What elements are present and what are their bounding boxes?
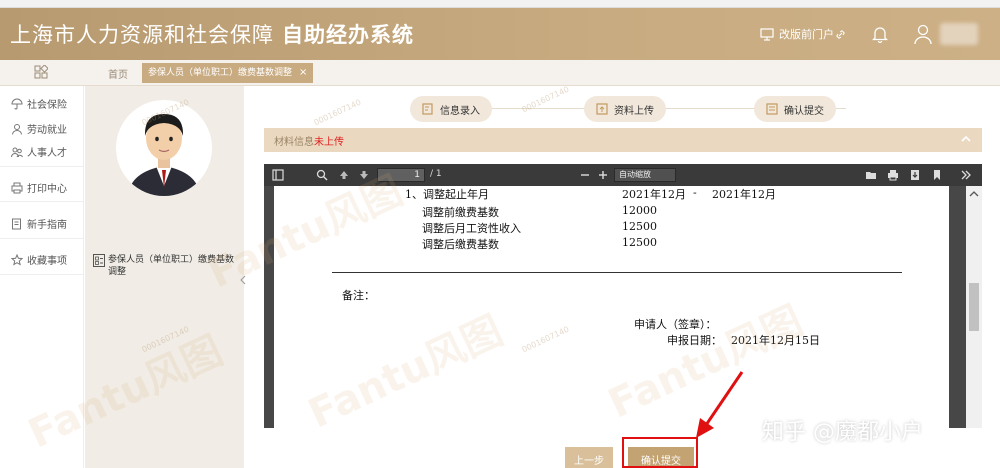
sidebar-item-social-insurance[interactable]: 社会保险 <box>11 96 67 111</box>
sidebar-item-label: 社会保险 <box>27 100 67 111</box>
browser-toolbar <box>0 0 1000 8</box>
form-icon <box>93 254 105 267</box>
next-page-icon[interactable] <box>358 169 370 181</box>
main-content: 信息录入 资料上传 确认提交 材料信息 未上传 1 / 1 自动缩放 1、调整起… <box>246 86 1000 468</box>
app-title: 上海市人力资源和社会保障 自助经办系统 <box>10 19 414 49</box>
old-portal-link[interactable]: 改版前门户 <box>760 26 850 42</box>
tab-close-button[interactable]: × <box>299 63 307 83</box>
sidebar-item-label: 打印中心 <box>27 184 67 195</box>
red-arrow-annotation-icon <box>696 371 744 438</box>
step-label: 信息录入 <box>440 105 480 117</box>
doc-line: 调整后月工资性收入 <box>422 222 521 235</box>
tab-label: 参保人员（单位职工）缴费基数调整 <box>148 68 293 78</box>
process-label: 参保人员（单位职工）缴费基数调整 <box>108 255 235 277</box>
sidebar-item-label: 人事人才 <box>27 148 67 159</box>
worker-icon <box>12 123 22 135</box>
step-confirm-submit: 确认提交 <box>754 96 836 122</box>
pdf-viewer: 1 / 1 自动缩放 1、调整起止年月 2021年12月 - 2021年12月 … <box>264 164 982 428</box>
tab-contribution-adjust[interactable]: 参保人员（单位职工）缴费基数调整 × <box>142 63 314 83</box>
sidebar-item-label: 收藏事项 <box>27 256 67 267</box>
app-header: 上海市人力资源和社会保障 自助经办系统 改版前门户 <box>0 8 1000 60</box>
sidebar-item-guide[interactable]: 新手指南 <box>11 216 67 231</box>
doc-line: 调整前缴费基数 <box>422 206 499 219</box>
page-count: / 1 <box>430 169 442 179</box>
sidebar-divider <box>0 201 84 202</box>
step-label: 资料上传 <box>614 105 654 117</box>
submit-doc-icon <box>766 103 778 115</box>
step-label: 确认提交 <box>784 105 824 117</box>
user-icon[interactable] <box>912 23 934 45</box>
doc-line: 1、调整起止年月 <box>405 188 489 201</box>
doc-line: - <box>693 186 697 199</box>
user-panel: 参保人员（单位职工）缴费基数调整 <box>85 86 244 468</box>
doc-line: 申请人（签章）： <box>634 318 717 331</box>
app-title-main: 上海市人力资源和社会保障 <box>10 23 274 47</box>
zoom-in-icon[interactable] <box>598 169 608 181</box>
link-icon <box>836 29 845 39</box>
doc-line: 12000 <box>622 204 657 217</box>
previous-step-button[interactable]: 上一步 <box>565 447 613 468</box>
download-icon[interactable] <box>909 169 921 181</box>
edit-doc-icon <box>422 103 433 115</box>
grid-menu-icon[interactable] <box>34 65 48 79</box>
doc-line: 调整后缴费基数 <box>422 238 499 251</box>
scroll-up-icon[interactable] <box>969 190 979 198</box>
source-credit: 知乎 @魔都小户 <box>762 420 923 445</box>
bookmark-icon[interactable] <box>932 169 942 181</box>
doc-line: 12500 <box>622 220 657 233</box>
zoom-select[interactable]: 自动缩放 <box>614 168 676 182</box>
sidebar-item-employment[interactable]: 劳动就业 <box>11 121 67 136</box>
doc-line: 申报日期： <box>667 334 722 347</box>
user-name-blurred[interactable] <box>940 23 978 45</box>
umbrella-icon <box>11 98 23 109</box>
tab-home[interactable]: 首页 <box>108 66 128 81</box>
monitor-icon <box>760 27 774 41</box>
doc-line: 2021年12月 <box>622 188 686 201</box>
search-icon[interactable] <box>316 169 328 181</box>
material-info-label: 材料信息 <box>274 136 314 148</box>
process-item[interactable]: 参保人员（单位职工）缴费基数调整 <box>93 254 238 278</box>
step-info-entry: 信息录入 <box>410 96 492 122</box>
old-portal-label: 改版前门户 <box>779 28 834 41</box>
scroll-thumb[interactable] <box>969 283 979 331</box>
printer-icon <box>11 182 23 193</box>
page-number-input[interactable]: 1 <box>377 168 425 182</box>
sidebar: 社会保险 劳动就业 人事人才 打印中心 新手指南 收藏事项 <box>0 86 84 468</box>
sidebar-toggle-icon[interactable] <box>272 169 284 181</box>
tab-bar: 首页 参保人员（单位职工）缴费基数调整 × <box>0 60 1000 86</box>
pdf-scrollbar[interactable] <box>966 186 982 428</box>
doc-line: 12500 <box>622 236 657 249</box>
sidebar-divider <box>0 166 84 167</box>
tools-menu-icon[interactable] <box>960 169 972 181</box>
star-icon <box>11 253 23 266</box>
sidebar-item-favorites[interactable]: 收藏事项 <box>11 252 67 267</box>
people-icon <box>11 147 23 157</box>
guide-icon <box>12 218 21 229</box>
sidebar-item-label: 劳动就业 <box>27 125 67 136</box>
doc-line: 备注： <box>342 289 375 302</box>
open-file-icon[interactable] <box>865 169 877 181</box>
sidebar-divider <box>0 238 84 239</box>
material-status: 未上传 <box>314 136 344 148</box>
zoom-out-icon[interactable] <box>580 169 590 181</box>
highlight-box <box>622 437 698 468</box>
material-info-bar[interactable]: 材料信息 未上传 <box>264 128 982 152</box>
doc-line: 2021年12月15日 <box>731 334 820 347</box>
sidebar-item-label: 新手指南 <box>27 220 67 231</box>
chevron-up-icon[interactable] <box>960 133 972 145</box>
bell-icon[interactable] <box>872 25 888 43</box>
app-title-sub: 自助经办系统 <box>282 23 414 47</box>
print-icon[interactable] <box>887 169 899 181</box>
pdf-page: 1、调整起止年月 2021年12月 - 2021年12月 调整前缴费基数 120… <box>274 186 949 428</box>
pdf-toolbar: 1 / 1 自动缩放 <box>264 164 982 186</box>
upload-doc-icon <box>596 103 608 115</box>
sidebar-divider <box>0 274 84 275</box>
doc-divider <box>332 272 902 273</box>
step-upload: 资料上传 <box>584 96 666 122</box>
doc-line: 2021年12月 <box>712 188 776 201</box>
sidebar-item-personnel[interactable]: 人事人才 <box>11 144 67 159</box>
sidebar-item-print-center[interactable]: 打印中心 <box>11 180 67 195</box>
previous-page-icon[interactable] <box>338 169 350 181</box>
